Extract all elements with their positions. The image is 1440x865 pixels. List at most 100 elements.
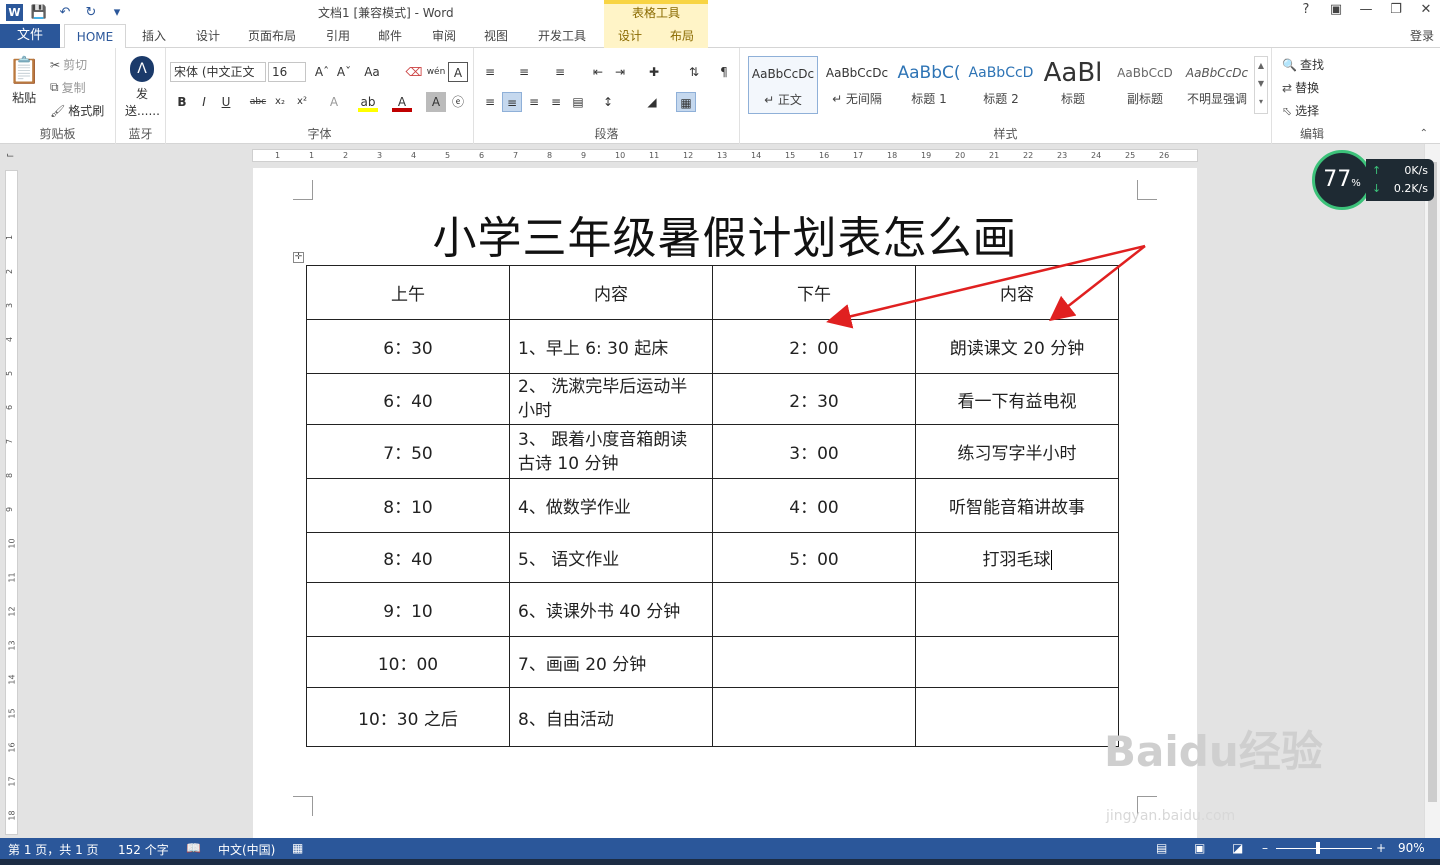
style-title[interactable]: AaBl 标题 bbox=[1038, 56, 1108, 114]
clear-format-icon[interactable]: ⌫ bbox=[404, 62, 424, 82]
style-normal[interactable]: AaBbCcDc ↵ 正文 bbox=[748, 56, 818, 114]
italic-icon[interactable]: I bbox=[194, 92, 214, 112]
vertical-ruler[interactable]: 1 2 3 4 5 6 7 8 9 10 11 12 13 14 15 16 17 18 bbox=[5, 170, 18, 835]
font-color-icon[interactable]: A bbox=[392, 92, 412, 112]
format-painter-button[interactable]: 🖌 格式刷 bbox=[50, 102, 104, 119]
minimize-icon[interactable]: — bbox=[1358, 2, 1374, 17]
select-button[interactable]: ⬁ 选择 bbox=[1282, 102, 1319, 119]
strikethrough-icon[interactable]: abc bbox=[248, 92, 268, 112]
status-bar: 第 1 页，共 1 页 152 个字 📖 中文(中国) ▦ ▤ ▣ ◪ – + … bbox=[0, 838, 1440, 859]
ruler-tick: 15 bbox=[785, 151, 796, 160]
collapse-ribbon-icon[interactable]: ⌃ bbox=[1420, 128, 1428, 139]
style-heading-2[interactable]: AaBbCcD 标题 2 bbox=[966, 56, 1036, 114]
tab-table-design[interactable]: 设计 bbox=[604, 24, 656, 48]
tab-insert[interactable]: 插入 bbox=[132, 24, 176, 48]
subscript-icon[interactable]: x₂ bbox=[270, 92, 290, 112]
restore-icon[interactable]: ❐ bbox=[1388, 2, 1404, 17]
style-subtitle[interactable]: AaBbCcD 副标题 bbox=[1110, 56, 1180, 114]
shading-icon[interactable]: ◢ bbox=[642, 92, 662, 112]
bullets-icon[interactable]: ≡ bbox=[480, 62, 500, 82]
tab-file[interactable]: 文件 bbox=[0, 24, 60, 48]
decrease-indent-icon[interactable]: ⇤ bbox=[588, 62, 608, 82]
show-marks-icon[interactable]: ¶ bbox=[714, 62, 734, 82]
tab-selector-icon[interactable]: ⌙ bbox=[6, 150, 18, 162]
change-case-icon[interactable]: Aa bbox=[362, 62, 382, 82]
underline-icon[interactable]: U bbox=[216, 92, 236, 112]
font-size-select[interactable]: 16 bbox=[268, 62, 306, 82]
customize-qat-icon[interactable]: ▾ bbox=[107, 2, 127, 22]
copy-button[interactable]: ⧉ 复制 bbox=[50, 79, 86, 96]
style-subtle-emphasis[interactable]: AaBbCcDc 不明显强调 bbox=[1182, 56, 1252, 114]
align-right-icon[interactable]: ≡ bbox=[524, 92, 544, 112]
paste-button[interactable]: 📋 粘贴 bbox=[8, 56, 40, 106]
language-status[interactable]: 中文(中国) bbox=[218, 841, 275, 858]
superscript-icon[interactable]: x² bbox=[292, 92, 312, 112]
sign-in-link[interactable]: 登录 bbox=[1410, 27, 1434, 44]
line-spacing-icon[interactable]: ↕ bbox=[598, 92, 618, 112]
tab-page-layout[interactable]: 页面布局 bbox=[240, 24, 304, 48]
ruler-tick: 10 bbox=[615, 151, 626, 160]
cut-button[interactable]: ✂ 剪切 bbox=[50, 56, 87, 73]
char-border-icon[interactable]: A bbox=[448, 62, 468, 82]
horizontal-ruler[interactable]: 1 1 2 3 4 5 6 7 8 9 10 11 12 13 14 15 16 17 18 19 20 21 22 23 24… bbox=[252, 149, 1198, 162]
multilevel-list-icon[interactable]: ≡ bbox=[550, 62, 570, 82]
tab-home[interactable]: HOME bbox=[64, 24, 126, 49]
shrink-font-icon[interactable]: Aˇ bbox=[334, 62, 354, 82]
tab-references[interactable]: 引用 bbox=[316, 24, 360, 48]
increase-indent-icon[interactable]: ⇥ bbox=[610, 62, 630, 82]
tab-review[interactable]: 审阅 bbox=[422, 24, 466, 48]
align-left-icon[interactable]: ≡ bbox=[480, 92, 500, 112]
ruler-tick: 3 bbox=[5, 302, 15, 309]
word-count[interactable]: 152 个字 bbox=[118, 841, 169, 858]
zoom-slider-thumb[interactable] bbox=[1316, 842, 1320, 854]
grow-font-icon[interactable]: Aˆ bbox=[312, 62, 332, 82]
bluetooth-send-button[interactable]: ᐱ 发送...... bbox=[124, 56, 160, 119]
styles-group: AaBbCcDc ↵ 正文 AaBbCcDc ↵ 无间隔 AaBbC( 标题 1… bbox=[740, 48, 1272, 144]
zoom-level[interactable]: 90% bbox=[1398, 841, 1425, 855]
styles-scroll[interactable]: ▲ ▼ ▾ bbox=[1254, 56, 1268, 114]
bold-icon[interactable]: B bbox=[172, 92, 192, 112]
read-mode-icon[interactable]: ▤ bbox=[1156, 841, 1167, 855]
justify-icon[interactable]: ≡ bbox=[546, 92, 566, 112]
tab-view[interactable]: 视图 bbox=[474, 24, 518, 48]
document-page[interactable]: 小学三年级暑假计划表怎么画 ✛ 上午 内容 下午 内容 6：30 1、早上 6:… bbox=[253, 168, 1197, 848]
borders-icon[interactable]: ▦ bbox=[676, 92, 696, 112]
save-icon[interactable]: 💾 bbox=[29, 2, 49, 22]
text-effects-icon[interactable]: A bbox=[324, 92, 344, 112]
highlight-icon[interactable]: ab bbox=[358, 92, 378, 112]
tab-developer[interactable]: 开发工具 bbox=[530, 24, 594, 48]
speed-widget[interactable]: 77% ↑ 0K/s ↓ 0.2K/s bbox=[1312, 150, 1434, 210]
distributed-icon[interactable]: ▤ bbox=[568, 92, 588, 112]
zoom-in-icon[interactable]: + bbox=[1376, 841, 1386, 855]
style-no-spacing[interactable]: AaBbCcDc ↵ 无间隔 bbox=[822, 56, 892, 114]
phonetic-guide-icon[interactable]: wén bbox=[426, 62, 446, 82]
font-name-select[interactable]: 宋体 (中文正文 bbox=[170, 62, 266, 82]
find-button[interactable]: 🔍 查找 bbox=[1282, 56, 1324, 73]
proofing-icon[interactable]: 📖 bbox=[186, 841, 201, 855]
char-shading-icon[interactable]: A bbox=[426, 92, 446, 112]
zoom-out-icon[interactable]: – bbox=[1262, 841, 1268, 855]
style-heading-1[interactable]: AaBbC( 标题 1 bbox=[894, 56, 964, 114]
sort-icon[interactable]: ⇅ bbox=[684, 62, 704, 82]
page-count[interactable]: 第 1 页，共 1 页 bbox=[8, 841, 99, 858]
replace-button[interactable]: ⇄ 替换 bbox=[1282, 79, 1319, 96]
vertical-scrollbar[interactable] bbox=[1424, 144, 1440, 838]
tab-table-layout[interactable]: 布局 bbox=[656, 24, 708, 48]
help-icon[interactable]: ? bbox=[1298, 2, 1314, 17]
web-layout-icon[interactable]: ◪ bbox=[1232, 841, 1243, 855]
numbering-icon[interactable]: ≡ bbox=[514, 62, 534, 82]
redo-icon[interactable]: ↻ bbox=[81, 2, 101, 22]
tab-mailings[interactable]: 邮件 bbox=[368, 24, 412, 48]
tab-design[interactable]: 设计 bbox=[186, 24, 230, 48]
print-layout-icon[interactable]: ▣ bbox=[1194, 841, 1205, 855]
ribbon-display-icon[interactable]: ▣ bbox=[1328, 2, 1344, 17]
undo-icon[interactable]: ↶ bbox=[55, 2, 75, 22]
enclose-char-icon[interactable]: ⓔ bbox=[448, 92, 468, 112]
ruler-tick: 8 bbox=[547, 151, 553, 160]
close-icon[interactable]: ✕ bbox=[1418, 2, 1434, 17]
macro-icon[interactable]: ▦ bbox=[292, 841, 303, 855]
scrollbar-thumb[interactable] bbox=[1428, 162, 1437, 802]
chinese-layout-icon[interactable]: ✚ bbox=[644, 62, 664, 82]
zoom-slider[interactable] bbox=[1276, 848, 1372, 849]
align-center-icon[interactable]: ≡ bbox=[502, 92, 522, 112]
